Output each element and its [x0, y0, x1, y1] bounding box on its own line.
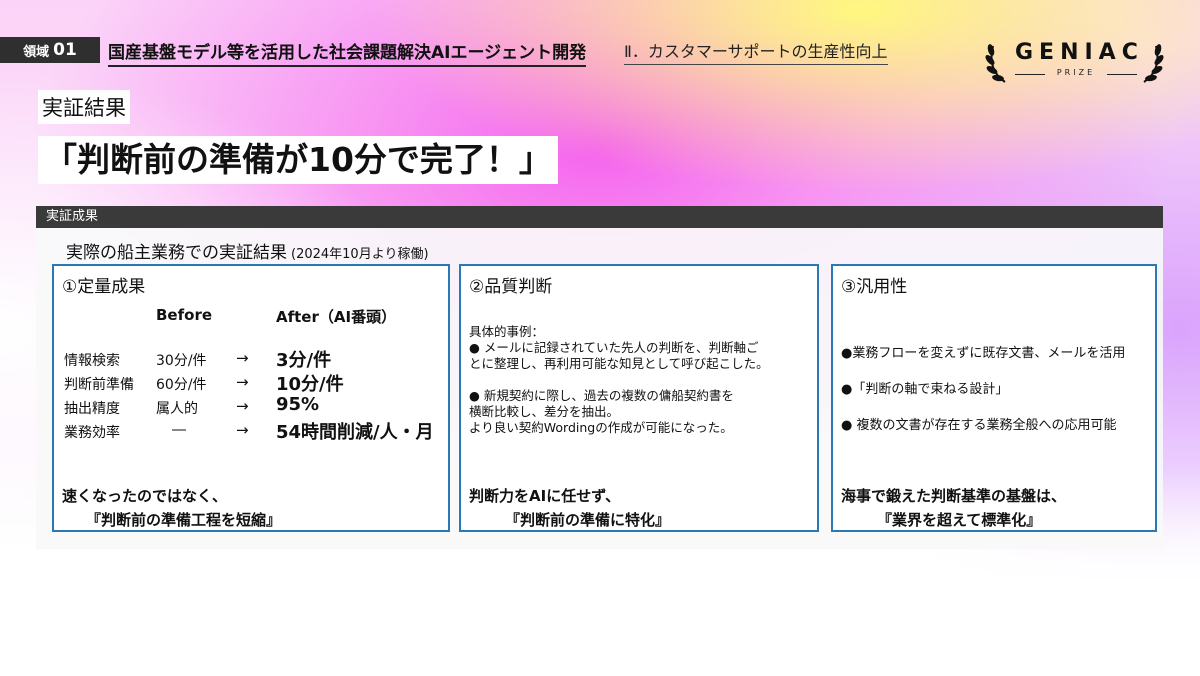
- case-line: ● メールに記録されていた先人の判断を、判断軸ご: [469, 340, 759, 355]
- card-footer-line: 速くなったのではなく、: [62, 487, 228, 505]
- section-subtitle-text: 実際の船主業務での実証結果: [66, 243, 287, 263]
- metric-after: 10分/件: [276, 374, 344, 395]
- versatility-item: ● 複数の文書が存在する業務全般への応用可能: [841, 418, 1117, 433]
- metric-label: 抽出精度: [64, 401, 120, 417]
- main-title: 「判断前の準備が10分で完了！」: [38, 136, 558, 184]
- logo-line-right: [1107, 74, 1137, 75]
- card-footer: 海事で鍛えた判断基準の基盤は、 『業界を超えて標準化』: [841, 484, 1066, 532]
- metrics-row: 抽出精度 属人的 → 95%: [54, 394, 448, 418]
- case-line: 横断比較し、差分を抽出。: [469, 404, 620, 419]
- versatility-item: ●「判断の軸で束ねる設計」: [841, 382, 1009, 397]
- metric-before: 30分/件: [156, 353, 207, 369]
- card-versatility: ③汎用性 ●業務フローを変えずに既存文書、メールを活用 ●「判断の軸で束ねる設計…: [831, 264, 1157, 532]
- versatility-item: ●業務フローを変えずに既存文書、メールを活用: [841, 346, 1126, 361]
- case-examples: 具体的事例： ● メールに記録されていた先人の判断を、判断軸ご とに整理し、再利…: [469, 324, 769, 436]
- card-footer-line: 判断力をAIに任せず、: [469, 487, 621, 505]
- card-footer-line: 『業界を超えて標準化』: [877, 511, 1042, 529]
- metrics-header-before: Before: [156, 306, 213, 324]
- laurel-right-icon: [1143, 44, 1164, 83]
- domain-number: 01: [53, 40, 77, 60]
- case-line: ● 新規契約に際し、過去の複数の傭船契約書を: [469, 388, 734, 403]
- card-footer: 速くなったのではなく、 『判断前の準備工程を短縮』: [62, 484, 281, 532]
- metric-label: 業務効率: [64, 425, 120, 441]
- domain-badge: 領域 01: [0, 37, 100, 63]
- logo-prize: PRIZE: [1056, 68, 1096, 77]
- logo-word: GENIAC: [1015, 40, 1144, 65]
- section-subtitle-note: (2024年10月より稼働): [291, 247, 429, 262]
- case-spacer: [469, 372, 769, 388]
- arrow-icon: →: [236, 349, 249, 367]
- metric-before: 属人的: [156, 401, 198, 417]
- metrics-row: 情報検索 30分/件 → 3分/件: [54, 346, 448, 371]
- section-bar: 実証成果: [36, 206, 1163, 228]
- card-footer: 判断力をAIに任せず、 『判断前の準備に特化』: [469, 484, 670, 532]
- case-line: とに整理し、再利用可能な知見として呼び起こした。: [469, 356, 769, 371]
- card-footer-line: 海事で鍛えた判断基準の基盤は、: [841, 487, 1067, 505]
- case-line: より良い契約Wordingの作成が可能になった。: [469, 420, 733, 435]
- card-title: ③汎用性: [841, 277, 908, 297]
- card-quantitative: ①定量成果 Before After（AI番頭） 情報検索 30分/件 → 3分…: [52, 264, 450, 532]
- metric-after: 3分/件: [276, 350, 332, 371]
- kicker-label: 実証結果: [38, 90, 130, 124]
- metrics-header-after: After（AI番頭）: [276, 308, 397, 326]
- section-subtitle: 実際の船主業務での実証結果 (2024年10月より稼働): [66, 238, 429, 263]
- header-subtitle: Ⅱ．カスタマーサポートの生産性向上: [624, 38, 888, 65]
- metric-label: 情報検索: [64, 353, 120, 369]
- metric-before: ―: [172, 422, 186, 438]
- arrow-icon: →: [236, 397, 249, 415]
- card-footer-line: 『判断前の準備に特化』: [505, 511, 671, 529]
- card-title: ②品質判断: [469, 277, 553, 297]
- arrow-icon: →: [236, 421, 249, 439]
- domain-label: 領域: [23, 44, 50, 60]
- card-footer-line: 『判断前の準備工程を短縮』: [86, 511, 282, 529]
- header-title: 国産基盤モデル等を活用した社会課題解決AIエージェント開発: [108, 38, 587, 67]
- metric-label: 判断前準備: [64, 377, 134, 393]
- metric-after: 54時間削減/人・月: [276, 422, 434, 443]
- case-line: 具体的事例：: [469, 324, 545, 339]
- metric-after: 95%: [276, 394, 320, 415]
- arrow-icon: →: [236, 373, 249, 391]
- metric-before: 60分/件: [156, 377, 207, 393]
- metrics-row: 判断前準備 60分/件 → 10分/件: [54, 370, 448, 395]
- laurel-left-icon: [985, 44, 1006, 83]
- metrics-row: 業務効率 ― → 54時間削減/人・月: [54, 418, 448, 443]
- card-quality: ②品質判断 具体的事例： ● メールに記録されていた先人の判断を、判断軸ご とに…: [459, 264, 819, 532]
- geniac-logo: GENIAC PRIZE: [985, 36, 1165, 86]
